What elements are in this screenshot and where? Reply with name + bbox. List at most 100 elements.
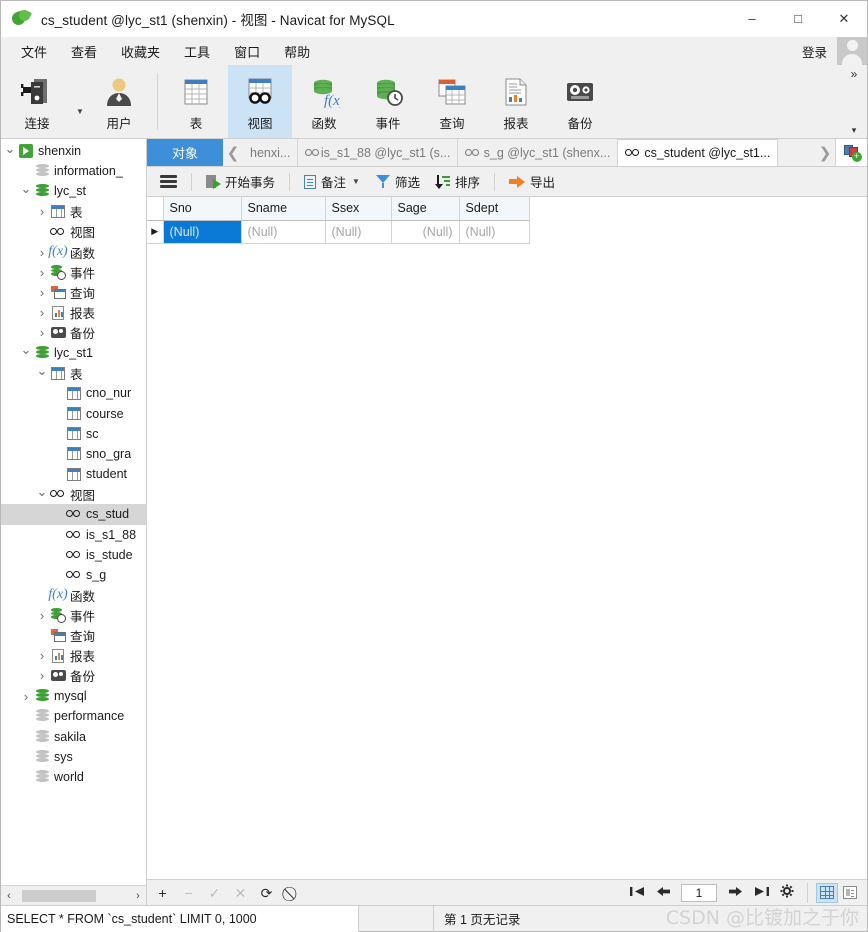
chevron-down-icon[interactable]	[35, 367, 49, 380]
form-view-button[interactable]	[839, 883, 861, 903]
chevron-down-icon[interactable]	[19, 185, 33, 198]
editor-tab[interactable]: cs_student @lyc_st1...	[618, 139, 779, 166]
tree-node[interactable]: 事件	[1, 605, 146, 625]
grid-settings-button[interactable]	[779, 884, 795, 901]
tree-node[interactable]: s_g	[1, 565, 146, 585]
note-caret-icon[interactable]: ▼	[352, 177, 360, 186]
grid-cell[interactable]: (Null)	[391, 220, 460, 244]
chevron-right-icon[interactable]	[35, 326, 49, 339]
export-button[interactable]: 导出	[502, 169, 562, 194]
stop-button[interactable]: ⃠	[285, 886, 300, 900]
chevron-down-icon[interactable]	[35, 488, 49, 501]
chevron-right-icon[interactable]	[19, 690, 33, 703]
begin-transaction-button[interactable]: 开始事务	[199, 169, 282, 194]
scroll-thumb[interactable]	[22, 889, 96, 902]
tree-node[interactable]: sno_gra	[1, 444, 146, 464]
tree-node[interactable]: performance	[1, 706, 146, 726]
ribbon-function-button[interactable]: f(x) 函数	[292, 65, 356, 138]
menu-item-tools[interactable]: 工具	[172, 38, 222, 65]
tab-scroll-right-icon[interactable]: ❯	[815, 139, 835, 166]
result-grid-container[interactable]: Sno Sname Ssex Sage Sdept ▶ (Null) (Null) (Null…	[147, 197, 867, 879]
grid-cell[interactable]: (Null)	[163, 220, 242, 244]
prev-page-button[interactable]	[655, 886, 671, 900]
maximize-button[interactable]: □	[775, 1, 821, 37]
avatar[interactable]	[837, 37, 867, 65]
tree-node[interactable]: 查询	[1, 282, 146, 302]
scroll-track[interactable]	[17, 889, 130, 903]
tree-node[interactable]: lyc_st	[1, 181, 146, 201]
refresh-button[interactable]: ⟳	[259, 886, 274, 900]
sidebar-horizontal-scrollbar[interactable]: ‹ ›	[1, 885, 146, 905]
grid-view-button[interactable]	[816, 882, 838, 903]
tree-node[interactable]: cs_stud	[1, 504, 146, 525]
editor-tab[interactable]: henxi...	[243, 139, 299, 166]
page-number-input[interactable]: 1	[681, 883, 717, 902]
grid-column-header[interactable]: Sno	[163, 197, 242, 221]
ribbon-view-button[interactable]: 视图	[228, 65, 292, 138]
menu-item-help[interactable]: 帮助	[272, 38, 322, 65]
first-page-button[interactable]	[629, 886, 645, 900]
tree-node[interactable]: shenxin	[1, 141, 146, 161]
tree-node[interactable]: 事件	[1, 262, 146, 282]
grid-body[interactable]: ▶ (Null) (Null) (Null) (Null) (Null)	[147, 220, 530, 244]
tree-node[interactable]: 备份	[1, 666, 146, 686]
sql-statement-field[interactable]: SELECT * FROM `cs_student` LIMIT 0, 1000	[1, 905, 359, 932]
ribbon-connection-button[interactable]: 连接	[1, 65, 73, 138]
tree-node[interactable]: f(x)函数	[1, 242, 146, 262]
cancel-changes-button[interactable]: ✕	[233, 886, 248, 900]
tree-node[interactable]: 视图	[1, 222, 146, 242]
add-record-button[interactable]: +	[155, 886, 170, 900]
tree-node[interactable]: 报表	[1, 303, 146, 323]
result-grid[interactable]: Sno Sname Ssex Sage Sdept ▶ (Null) (Null) (Null…	[147, 197, 530, 244]
grid-column-header[interactable]: Ssex	[325, 197, 392, 221]
ribbon-collapse-icon[interactable]: ▾	[845, 125, 863, 136]
chevron-right-icon[interactable]	[35, 286, 49, 299]
tree-node[interactable]: f(x)函数	[1, 585, 146, 605]
chevron-down-icon[interactable]	[3, 145, 17, 158]
tab-scroll-left-icon[interactable]: ❮	[223, 139, 243, 166]
grid-cell[interactable]: (Null)	[459, 220, 530, 244]
sort-button[interactable]: 排序	[429, 169, 487, 194]
grid-column-header[interactable]: Sage	[391, 197, 460, 221]
new-query-button[interactable]: +	[835, 139, 867, 166]
menu-item-view[interactable]: 查看	[59, 38, 109, 65]
ribbon-event-button[interactable]: 事件	[356, 65, 420, 138]
tree-node[interactable]: course	[1, 403, 146, 423]
chevron-right-icon[interactable]	[35, 205, 49, 218]
ribbon-overflow-icon[interactable]: »	[845, 67, 863, 81]
grid-menu-button[interactable]	[153, 172, 184, 191]
ribbon-user-button[interactable]: 用户	[87, 65, 151, 138]
menu-item-favorites[interactable]: 收藏夹	[109, 38, 172, 65]
login-link[interactable]: 登录	[802, 42, 837, 61]
tree-node[interactable]: sys	[1, 747, 146, 767]
tree-node[interactable]: is_s1_88	[1, 525, 146, 545]
tree-node[interactable]: 报表	[1, 646, 146, 666]
grid-cell[interactable]: (Null)	[241, 220, 326, 244]
last-page-button[interactable]	[753, 886, 769, 900]
tree-node[interactable]: 视图	[1, 484, 146, 504]
tree-node[interactable]: cno_nur	[1, 383, 146, 403]
grid-column-header[interactable]: Sname	[241, 197, 326, 221]
tree-node[interactable]: student	[1, 464, 146, 484]
apply-changes-button[interactable]: ✓	[207, 886, 222, 900]
note-button[interactable]: 备注 ▼	[297, 169, 367, 194]
ribbon-backup-button[interactable]: 备份	[548, 65, 612, 138]
tree-node[interactable]: 备份	[1, 323, 146, 343]
grid-cell[interactable]: (Null)	[325, 220, 392, 244]
tree-node[interactable]: mysql	[1, 686, 146, 706]
close-button[interactable]: ✕	[821, 1, 867, 37]
editor-tab[interactable]: is_s1_88 @lyc_st1 (s...	[298, 139, 459, 166]
chevron-right-icon[interactable]	[35, 609, 49, 622]
ribbon-query-button[interactable]: 查询	[420, 65, 484, 138]
object-tree[interactable]: shenxininformation_lyc_st表视图f(x)函数事件查询报表…	[1, 139, 146, 885]
filter-button[interactable]: 筛选	[369, 169, 427, 194]
tab-objects[interactable]: 对象	[147, 139, 223, 166]
menu-item-file[interactable]: 文件	[9, 38, 59, 65]
ribbon-table-button[interactable]: 表	[164, 65, 228, 138]
table-row[interactable]: ▶ (Null) (Null) (Null) (Null) (Null)	[147, 220, 530, 244]
grid-column-header[interactable]: Sdept	[459, 197, 530, 221]
minimize-button[interactable]: –	[729, 1, 775, 37]
tree-node[interactable]: is_stude	[1, 545, 146, 565]
chevron-right-icon[interactable]	[35, 266, 49, 279]
chevron-right-icon[interactable]	[35, 306, 49, 319]
